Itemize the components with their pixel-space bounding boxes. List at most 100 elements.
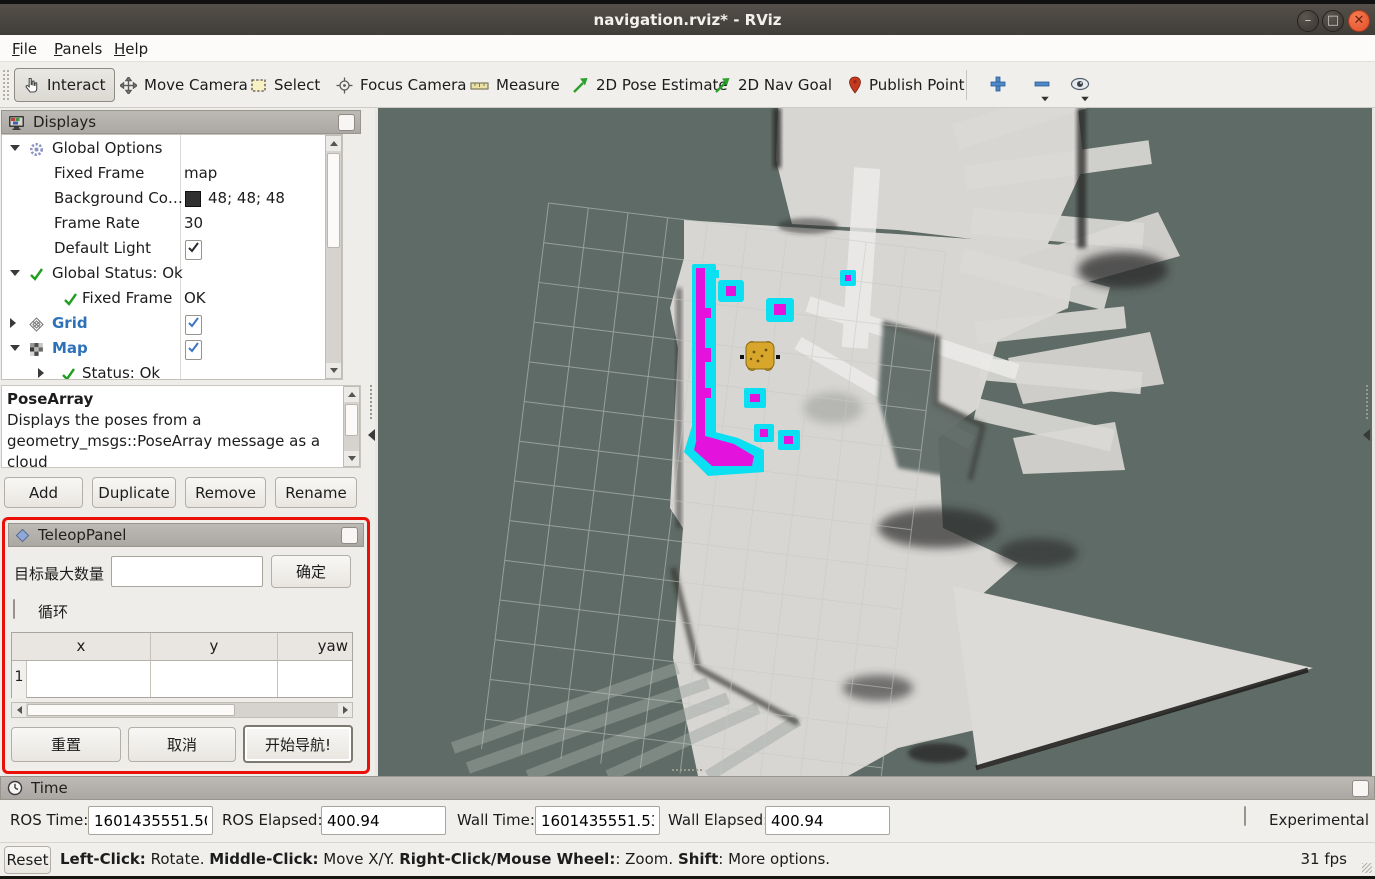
wall-time-input[interactable] xyxy=(535,806,660,835)
column-header-y[interactable]: y xyxy=(151,637,277,655)
remove-tool-dropdown-icon[interactable] xyxy=(1041,97,1049,102)
max-goal-label: 目标最大数量 xyxy=(14,563,104,584)
window-title: navigation.rviz* - RViz xyxy=(0,11,1375,29)
expander-icon[interactable] xyxy=(10,145,20,151)
displays-panel-header[interactable]: Displays xyxy=(1,110,361,134)
time-float-button[interactable] xyxy=(1352,780,1369,797)
scrollbar-thumb[interactable] xyxy=(327,153,340,248)
teleop-panel-highlight: TeleopPanel 目标最大数量 确定 循环 x y yaw 1 重置 取消… xyxy=(2,517,370,774)
loop-checkbox[interactable] xyxy=(13,599,15,619)
teleop-panel-header[interactable]: TeleopPanel xyxy=(8,523,364,547)
menu-help[interactable]: Help xyxy=(108,38,154,60)
resize-grip[interactable] xyxy=(1362,863,1372,873)
right-splitter-collapse-icon[interactable] xyxy=(1363,429,1370,441)
rename-button[interactable]: Rename xyxy=(275,477,357,508)
description-scrollbar[interactable] xyxy=(343,386,360,467)
scroll-down-icon[interactable] xyxy=(326,363,341,378)
tool-properties-button[interactable] xyxy=(1066,70,1094,98)
left-splitter-collapse-icon[interactable] xyxy=(368,429,375,441)
ros-elapsed-input[interactable] xyxy=(321,806,446,835)
column-header-yaw[interactable]: yaw xyxy=(278,637,348,655)
grid-icon xyxy=(28,316,45,333)
scroll-up-icon[interactable] xyxy=(326,136,341,151)
tool-properties-dropdown-icon[interactable] xyxy=(1081,97,1089,102)
tool-focus-camera[interactable]: Focus Camera xyxy=(328,68,474,102)
max-goal-input[interactable] xyxy=(111,556,263,587)
reset-goals-button[interactable]: 重置 xyxy=(11,727,121,762)
maximize-icon[interactable]: □ xyxy=(1322,10,1344,32)
goal-table-hscrollbar[interactable] xyxy=(11,702,353,718)
wall-elapsed-input[interactable] xyxy=(765,806,890,835)
start-navigation-button[interactable]: 开始导航! xyxy=(243,725,353,763)
scroll-up-icon[interactable] xyxy=(344,387,359,402)
tree-row-fixed-frame[interactable]: Fixed Frame map xyxy=(2,162,342,187)
add-tool-button[interactable] xyxy=(984,70,1012,98)
tool-publish-point[interactable]: Publish Point xyxy=(840,68,972,102)
toolbar: Interact Move Camera Select Focus Camera… xyxy=(0,62,1375,108)
title-bar: navigation.rviz* - RViz – □ ✕ xyxy=(0,0,1375,35)
wall-elapsed-label: Wall Elapsed: xyxy=(668,811,768,829)
bottom-splitter-handle[interactable] xyxy=(672,769,702,772)
mouse-help-text: Left-Click: Rotate. Middle-Click: Move X… xyxy=(60,850,830,868)
right-splitter-handle[interactable] xyxy=(1366,385,1368,419)
tree-row-map-status[interactable]: Status: Ok xyxy=(2,362,342,380)
tool-2d-nav-goal[interactable]: 2D Nav Goal xyxy=(706,68,840,102)
tree-row-grid[interactable]: Grid xyxy=(2,312,342,337)
scroll-down-icon[interactable] xyxy=(344,451,359,466)
tool-interact[interactable]: Interact xyxy=(14,68,115,102)
reset-time-button[interactable]: Reset xyxy=(4,846,51,874)
close-icon[interactable]: ✕ xyxy=(1348,10,1370,32)
duplicate-button[interactable]: Duplicate xyxy=(92,477,176,508)
frame-rate-value[interactable]: 30 xyxy=(184,214,203,232)
minimize-icon[interactable]: – xyxy=(1297,10,1319,32)
tree-row-background-color[interactable]: Background Co… 48; 48; 48 xyxy=(2,187,342,212)
goal-table[interactable]: x y yaw 1 xyxy=(11,632,353,698)
map-checkbox[interactable] xyxy=(185,340,202,360)
description-line: geometry_msgs::PoseArray message as a cl… xyxy=(7,431,337,468)
menu-file[interactable]: File xyxy=(6,38,43,60)
tree-row-fixed-frame-status[interactable]: Fixed Frame OK xyxy=(2,287,342,312)
time-panel-header[interactable]: Time xyxy=(0,776,1375,800)
expander-icon[interactable] xyxy=(10,345,20,351)
background-color-value[interactable]: 48; 48; 48 xyxy=(208,189,285,207)
displays-scrollbar[interactable] xyxy=(325,135,342,379)
remove-button[interactable]: Remove xyxy=(185,477,266,508)
left-splitter-handle[interactable] xyxy=(370,385,372,419)
default-light-checkbox[interactable] xyxy=(185,240,202,260)
fixed-frame-value[interactable]: map xyxy=(184,164,217,182)
expander-icon[interactable] xyxy=(38,368,44,378)
toolbar-drag-handle[interactable] xyxy=(3,70,9,100)
displays-float-button[interactable] xyxy=(338,114,355,131)
remove-tool-button[interactable] xyxy=(1028,70,1056,98)
tree-row-global-options[interactable]: Global Options xyxy=(2,137,342,162)
row-header[interactable]: 1 xyxy=(12,661,27,698)
tool-move-camera[interactable]: Move Camera xyxy=(112,68,256,102)
measure-icon xyxy=(470,77,489,94)
tree-row-map[interactable]: Map xyxy=(2,337,342,362)
render-view[interactable] xyxy=(378,108,1372,776)
scroll-right-icon[interactable] xyxy=(338,703,352,717)
expander-icon[interactable] xyxy=(10,270,20,276)
teleop-float-button[interactable] xyxy=(341,527,358,544)
diamond-icon xyxy=(15,528,30,543)
scroll-left-icon[interactable] xyxy=(12,703,26,717)
ros-time-input[interactable] xyxy=(88,806,213,835)
tree-row-default-light[interactable]: Default Light xyxy=(2,237,342,262)
tree-row-global-status[interactable]: Global Status: Ok xyxy=(2,262,342,287)
menu-panels[interactable]: Panels xyxy=(48,38,108,60)
add-button[interactable]: Add xyxy=(4,477,83,508)
check-icon xyxy=(60,366,77,380)
column-header-x[interactable]: x xyxy=(12,637,150,655)
expander-icon[interactable] xyxy=(10,318,16,328)
experimental-checkbox[interactable] xyxy=(1244,806,1246,826)
confirm-button[interactable]: 确定 xyxy=(271,555,351,588)
cancel-button[interactable]: 取消 xyxy=(128,727,236,762)
grid-checkbox[interactable] xyxy=(185,315,202,335)
color-swatch[interactable] xyxy=(185,191,201,207)
scrollbar-thumb[interactable] xyxy=(345,404,358,436)
tree-row-frame-rate[interactable]: Frame Rate 30 xyxy=(2,212,342,237)
scrollbar-thumb[interactable] xyxy=(27,704,235,716)
tool-measure[interactable]: Measure xyxy=(462,68,568,102)
status-bar: Reset Left-Click: Rotate. Middle-Click: … xyxy=(0,842,1375,876)
tool-select[interactable]: Select xyxy=(242,68,328,102)
